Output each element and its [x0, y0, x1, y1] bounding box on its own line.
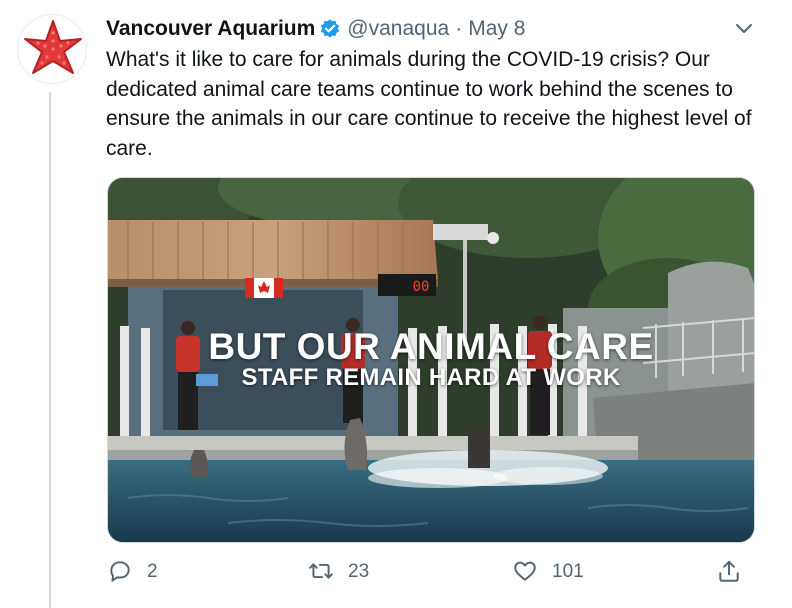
tweet-actions: 2 23 101 — [0, 558, 792, 592]
like-count: 101 — [552, 561, 584, 582]
reply-icon — [110, 561, 130, 582]
tweet-media-video[interactable]: 00 BUT OUR ANIMAL CARE STAFF REMAIN HARD… — [107, 177, 755, 543]
retweet-count: 23 — [348, 561, 370, 582]
more-options-chevron-icon[interactable] — [732, 18, 756, 38]
like-button[interactable]: 101 — [512, 558, 584, 584]
video-caption-line1: BUT OUR ANIMAL CARE — [208, 326, 654, 367]
tweet-text: What's it like to care for animals durin… — [106, 48, 752, 160]
timer-display: 00 — [413, 279, 430, 295]
retweet-icon — [309, 563, 333, 579]
author-handle[interactable]: @vanaqua — [347, 17, 449, 41]
reply-button[interactable]: 2 — [107, 558, 158, 584]
avatar[interactable] — [17, 14, 87, 84]
like-icon — [514, 561, 536, 581]
share-button[interactable] — [716, 558, 756, 584]
video-caption-line2: STAFF REMAIN HARD AT WORK — [241, 364, 621, 391]
reply-count: 2 — [147, 561, 158, 582]
starfish-icon — [24, 20, 82, 74]
thread-line — [49, 92, 51, 608]
share-icon — [719, 560, 739, 582]
separator: · — [455, 17, 463, 40]
retweet-button[interactable]: 23 — [308, 558, 369, 584]
tweet-date[interactable]: May 8 — [468, 17, 525, 41]
author-name[interactable]: Vancouver Aquarium — [106, 17, 315, 41]
tweet-header: Vancouver Aquarium @vanaqua · May 8 — [106, 15, 525, 43]
verified-badge-icon — [319, 18, 341, 40]
